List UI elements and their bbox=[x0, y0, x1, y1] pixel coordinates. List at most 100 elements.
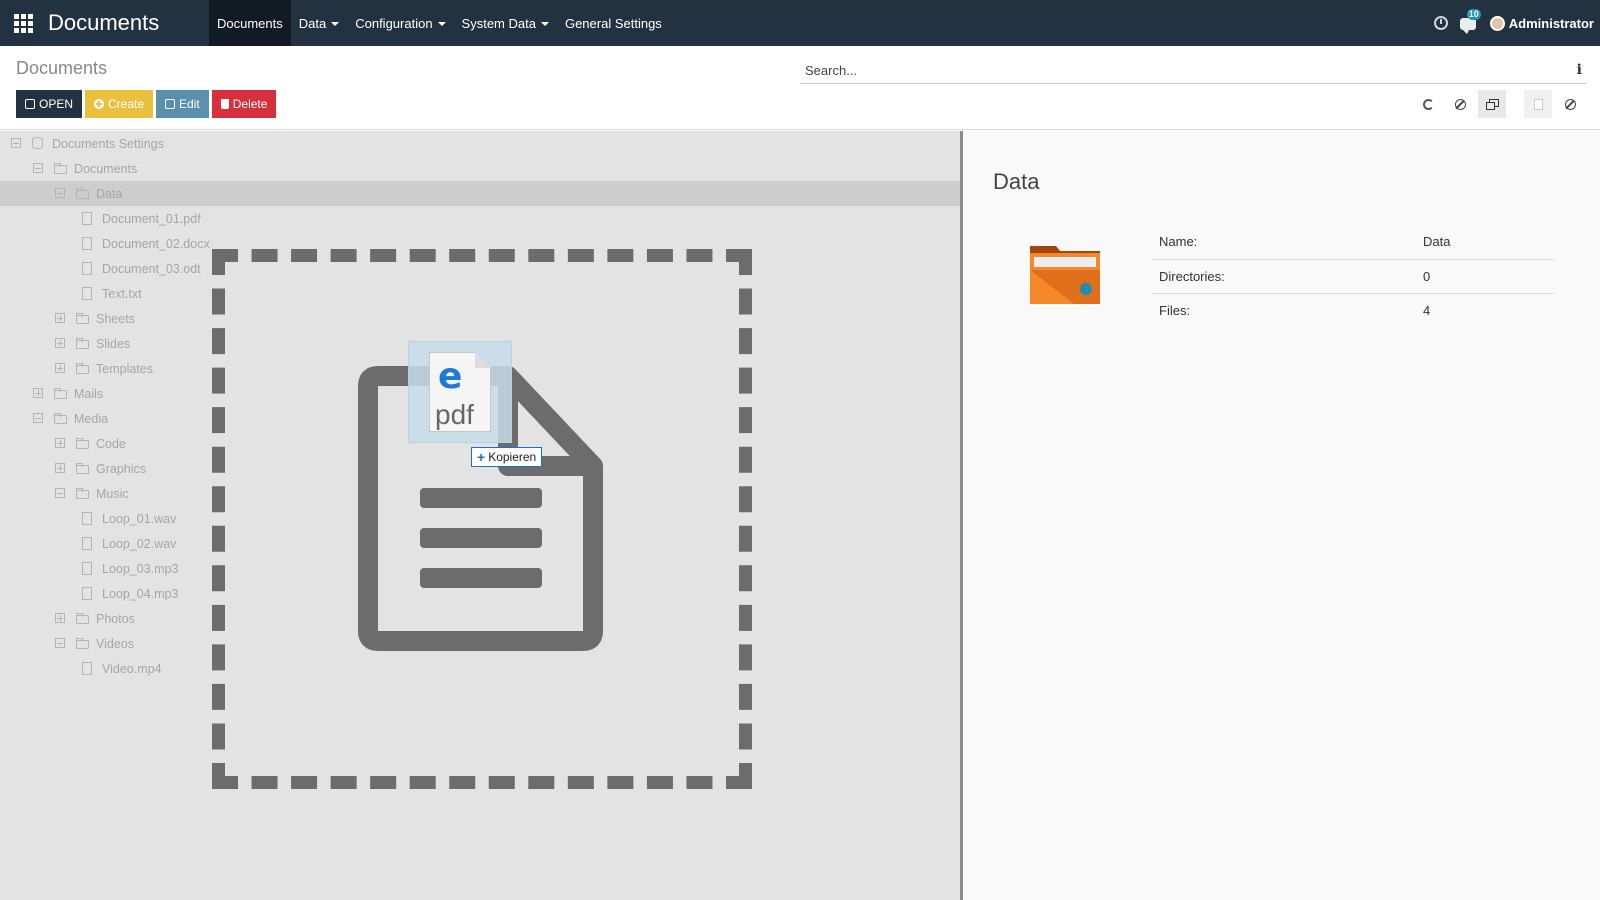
folder-open-icon bbox=[54, 163, 67, 174]
tree-item-label: Document_01.pdf bbox=[102, 211, 201, 226]
activity-clock-icon[interactable] bbox=[1433, 16, 1448, 30]
menu-item-documents[interactable]: Documents bbox=[209, 0, 291, 46]
pdf-file-icon bbox=[82, 212, 92, 225]
info-key: Name: bbox=[1152, 225, 1416, 260]
menu-label: Configuration bbox=[355, 15, 433, 31]
info-value: Data bbox=[1416, 225, 1554, 260]
collapse-icon[interactable] bbox=[55, 638, 65, 648]
create-button[interactable]: Create bbox=[85, 90, 154, 118]
external-link-icon bbox=[25, 99, 35, 109]
expand-icon[interactable] bbox=[55, 363, 65, 373]
folder-open-icon bbox=[76, 188, 89, 199]
edit-icon bbox=[165, 99, 176, 109]
expand-icon[interactable] bbox=[55, 338, 65, 348]
tree-item-label: Music bbox=[96, 486, 129, 501]
control-panel: Documents i OPEN Create Edit Delete bbox=[0, 46, 1600, 130]
delete-button[interactable]: Delete bbox=[211, 90, 277, 118]
refresh-icon bbox=[1422, 98, 1434, 110]
main-menu: Documents Data Configuration System Data… bbox=[209, 0, 670, 46]
close-preview-button[interactable] bbox=[1556, 90, 1584, 118]
folder-info-table: Name: Data Directories: 0 Files: 4 bbox=[1152, 225, 1554, 327]
tree-item-label: Photos bbox=[96, 611, 135, 626]
tree-item-label: Media bbox=[74, 411, 109, 426]
collapse-icon[interactable] bbox=[33, 413, 43, 423]
drag-preview: e pdf bbox=[408, 341, 512, 443]
user-menu[interactable]: Administrator bbox=[1489, 15, 1594, 31]
tree-item-label: Text.txt bbox=[102, 286, 142, 301]
menu-label: System Data bbox=[461, 15, 536, 31]
expand-icon[interactable] bbox=[33, 388, 43, 398]
tree-item-label: Documents bbox=[74, 161, 138, 176]
expand-icon[interactable] bbox=[55, 438, 65, 448]
caret-down-icon bbox=[331, 22, 340, 26]
expand-icon[interactable] bbox=[55, 613, 65, 623]
folder-icon bbox=[76, 438, 89, 449]
tree-item-label: Templates bbox=[96, 361, 153, 376]
tree-item-label: Sheets bbox=[96, 311, 135, 326]
page-title: Documents bbox=[16, 58, 108, 78]
view-tools bbox=[1414, 90, 1584, 118]
collapse-icon[interactable] bbox=[11, 138, 21, 148]
tree-item-label: Video.mp4 bbox=[102, 661, 162, 676]
search-input[interactable] bbox=[800, 58, 1586, 82]
tree-item-label: Loop_02.wav bbox=[102, 536, 177, 551]
windows-icon bbox=[1486, 99, 1499, 110]
audio-file-icon bbox=[82, 587, 92, 600]
tree-item[interactable]: Documents bbox=[0, 156, 960, 181]
notification-badge: 10 bbox=[1466, 9, 1481, 20]
button-label: OPEN bbox=[39, 97, 74, 111]
collapse-icon[interactable] bbox=[33, 163, 43, 173]
folder-open-icon bbox=[54, 413, 67, 424]
menu-label: Data bbox=[298, 15, 327, 31]
caret-down-icon bbox=[437, 22, 446, 26]
user-name: Administrator bbox=[1508, 15, 1594, 31]
tree-item[interactable]: Data bbox=[0, 181, 960, 206]
preview-button[interactable] bbox=[1524, 90, 1552, 118]
info-value: 4 bbox=[1423, 302, 1431, 318]
button-label: Edit bbox=[179, 97, 200, 111]
tree-item-label: Documents Settings bbox=[52, 136, 164, 151]
top-navbar: Documents Documents Data Configuration S… bbox=[0, 0, 1600, 46]
tree-item[interactable]: Documents Settings bbox=[0, 131, 960, 156]
word-file-icon bbox=[82, 237, 92, 250]
info-row-name: Name: Data bbox=[1152, 225, 1554, 260]
menu-item-data[interactable]: Data bbox=[291, 0, 347, 46]
app-brand: Documents bbox=[48, 10, 160, 35]
apps-menu-icon[interactable] bbox=[0, 0, 46, 46]
collapse-icon[interactable] bbox=[55, 488, 65, 498]
open-button[interactable]: OPEN bbox=[16, 90, 83, 118]
tree-item-label: Loop_01.wav bbox=[102, 511, 177, 526]
folder-open-icon bbox=[76, 488, 89, 499]
ban-icon bbox=[1564, 98, 1576, 110]
tree-item[interactable]: Document_01.pdf bbox=[0, 206, 960, 231]
folder-icon bbox=[54, 388, 67, 399]
info-row-files: Files: 4 bbox=[1152, 293, 1554, 327]
info-icon[interactable]: i bbox=[1577, 62, 1582, 78]
menu-item-general-settings[interactable]: General Settings bbox=[557, 0, 670, 46]
expand-icon[interactable] bbox=[55, 463, 65, 473]
file-icon bbox=[1533, 98, 1543, 110]
folder-icon bbox=[1030, 246, 1100, 304]
navbar-right: 10 Administrator bbox=[1433, 0, 1594, 46]
expand-icon[interactable] bbox=[55, 313, 65, 323]
pdf-file-icon: e pdf bbox=[429, 352, 491, 432]
details-panel: Data Name: Data Directories: 0 Files: 4 bbox=[963, 131, 1600, 900]
button-label: Delete bbox=[232, 97, 268, 111]
refresh-button[interactable] bbox=[1414, 90, 1442, 118]
menu-label: Documents bbox=[217, 15, 283, 31]
split-view-button[interactable] bbox=[1478, 90, 1506, 118]
button-label: Create bbox=[108, 97, 145, 111]
menu-item-configuration[interactable]: Configuration bbox=[347, 0, 453, 46]
edge-browser-icon: e bbox=[438, 356, 463, 397]
video-file-icon bbox=[82, 662, 92, 675]
collapse-icon[interactable] bbox=[55, 188, 65, 198]
avatar bbox=[1489, 15, 1505, 31]
edit-button[interactable]: Edit bbox=[156, 90, 209, 118]
menu-item-system-data[interactable]: System Data bbox=[454, 0, 557, 46]
messages-button[interactable]: 10 bbox=[1459, 9, 1481, 34]
action-buttons: OPEN Create Edit Delete bbox=[16, 90, 277, 118]
clear-button[interactable] bbox=[1446, 90, 1474, 118]
tree-item-label: Graphics bbox=[96, 461, 147, 476]
file-type-text: pdf bbox=[435, 399, 474, 430]
tree-item-label: Loop_04.mp3 bbox=[102, 586, 179, 601]
